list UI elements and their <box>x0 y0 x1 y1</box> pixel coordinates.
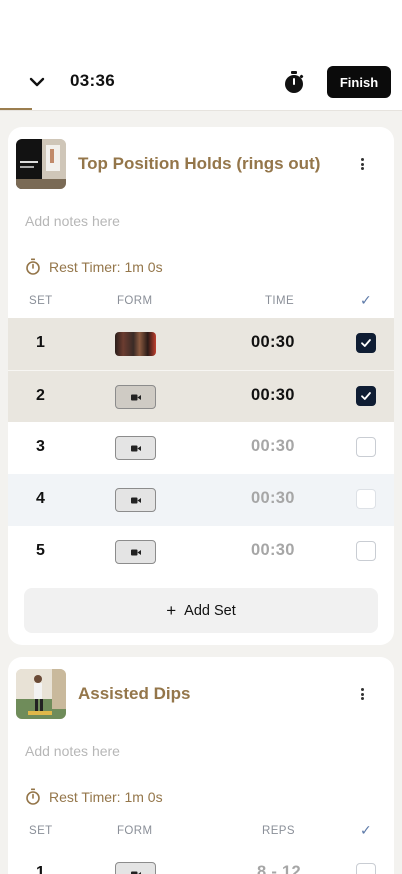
column-header-reps: REPS <box>262 825 295 837</box>
more-options-icon[interactable] <box>356 685 368 703</box>
set-time[interactable]: 00:30 <box>251 437 295 456</box>
set-complete-checkbox[interactable] <box>356 333 376 353</box>
video-camera-icon <box>130 549 141 555</box>
set-complete-checkbox[interactable] <box>356 863 376 874</box>
exercise-title[interactable]: Assisted Dips <box>78 684 190 704</box>
more-options-icon[interactable] <box>356 155 368 173</box>
set-number: 4 <box>36 490 45 507</box>
column-header-form: FORM <box>117 295 153 307</box>
header-divider <box>0 110 402 111</box>
set-number: 3 <box>36 438 45 455</box>
exercise-title[interactable]: Top Position Holds (rings out) <box>78 154 320 174</box>
set-number: 1 <box>36 334 45 351</box>
finish-button[interactable]: Finish <box>327 66 391 98</box>
notes-input[interactable]: Add notes here <box>25 213 120 229</box>
form-video-thumbnail[interactable] <box>115 332 156 356</box>
plus-icon: + <box>166 601 177 620</box>
set-row: 3 00:30 <box>8 422 394 474</box>
set-complete-checkbox[interactable] <box>356 489 376 509</box>
set-time[interactable]: 00:30 <box>251 333 295 352</box>
set-row: 2 00:30 <box>8 370 394 422</box>
column-header-set: SET <box>29 295 53 307</box>
timer-icon <box>26 788 40 805</box>
checkmark-icon <box>361 339 371 347</box>
set-number: 5 <box>36 542 45 559</box>
video-camera-icon <box>130 871 141 874</box>
set-reps[interactable]: 8 - 12 <box>257 863 301 874</box>
set-row: 1 00:30 <box>8 318 394 370</box>
video-camera-icon <box>130 445 141 451</box>
add-set-label: Add Set <box>184 602 236 619</box>
set-time[interactable]: 00:30 <box>251 541 295 560</box>
record-form-button[interactable] <box>115 385 156 409</box>
set-complete-checkbox[interactable] <box>356 437 376 457</box>
set-complete-checkbox[interactable] <box>356 386 376 406</box>
set-number: 1 <box>36 864 45 874</box>
column-header-time: TIME <box>265 295 295 307</box>
set-time[interactable]: 00:30 <box>251 386 295 405</box>
record-form-button[interactable] <box>115 436 156 460</box>
set-row: 4 00:30 <box>8 474 394 526</box>
set-number: 2 <box>36 387 45 404</box>
exercise-thumbnail[interactable] <box>16 669 66 719</box>
stopwatch-icon[interactable] <box>283 70 305 94</box>
column-header-check: ✓ <box>360 292 373 308</box>
exercise-thumbnail[interactable] <box>16 139 66 189</box>
rest-timer[interactable]: Rest Timer: 1m 0s <box>25 788 163 805</box>
workout-header: 03:36 Finish <box>0 0 402 111</box>
add-set-button[interactable]: + Add Set <box>24 588 378 633</box>
set-complete-checkbox[interactable] <box>356 541 376 561</box>
video-camera-icon <box>130 497 141 503</box>
chevron-down-icon[interactable] <box>27 72 47 92</box>
set-time[interactable]: 00:30 <box>251 489 295 508</box>
exercise-card: Top Position Holds (rings out) Add notes… <box>8 127 394 645</box>
record-form-button[interactable] <box>115 540 156 564</box>
exercise-card: Assisted Dips Add notes here Rest Timer:… <box>8 657 394 874</box>
set-row: 5 00:30 <box>8 526 394 578</box>
video-camera-icon <box>130 394 141 400</box>
rest-timer-label: Rest Timer: 1m 0s <box>49 258 163 275</box>
column-header-check: ✓ <box>360 822 373 838</box>
notes-input[interactable]: Add notes here <box>25 743 120 759</box>
record-form-button[interactable] <box>115 862 156 874</box>
rest-timer[interactable]: Rest Timer: 1m 0s <box>25 258 163 275</box>
record-form-button[interactable] <box>115 488 156 512</box>
checkmark-icon <box>361 392 371 400</box>
timer-icon <box>26 258 40 275</box>
rest-timer-label: Rest Timer: 1m 0s <box>49 788 163 805</box>
elapsed-time: 03:36 <box>70 71 115 90</box>
column-header-form: FORM <box>117 825 153 837</box>
column-header-set: SET <box>29 825 53 837</box>
set-row: 1 8 - 12 <box>8 848 394 874</box>
